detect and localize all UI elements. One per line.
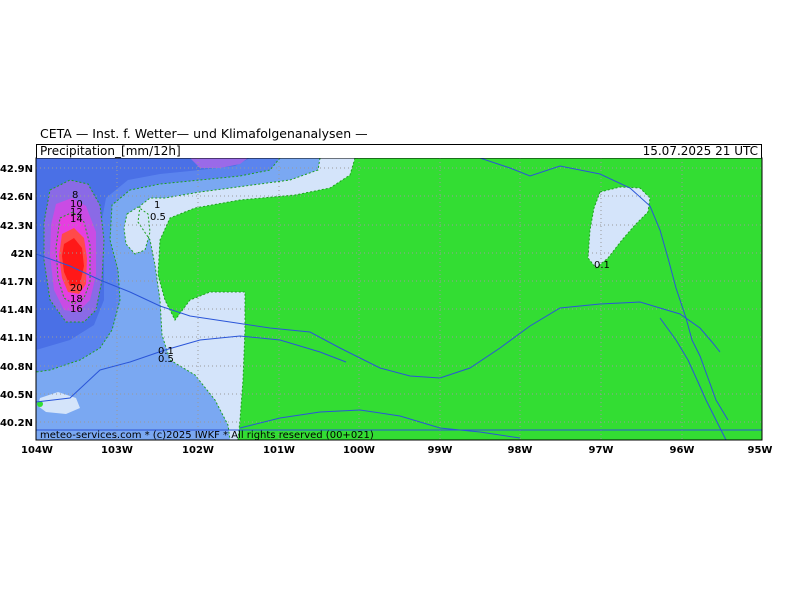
lon-label: 97W [589,445,614,456]
lon-label: 95W [748,445,773,456]
longitude-axis: 104W 103W 102W 101W 100W 99W 98W 97W 96W… [21,445,772,456]
lat-label: 42.3N [0,221,33,232]
lat-label: 40.5N [0,390,33,401]
lat-label: 41.1N [0,333,33,344]
lat-label: 42.6N [0,192,33,203]
lon-label: 96W [670,445,695,456]
lon-label: 100W [343,445,375,456]
lon-label: 99W [428,445,453,456]
lon-label: 98W [508,445,533,456]
lon-label: 104W [21,445,53,456]
valid-time: 15.07.2025 21 UTC [642,144,758,158]
contour-label: 0.1 [594,260,610,271]
contour-label: 1 [154,200,160,211]
contour-label: 0.5 [158,354,174,365]
parameter-header: Precipitation_[mm/12h] 15.07.2025 21 UTC [36,144,762,158]
lat-label: 41.4N [0,305,33,316]
chart-title: CETA — Inst. f. Wetter— und Klimafolgena… [40,126,368,141]
lat-label: 40.2N [0,418,33,429]
latitude-axis: 42.9N 42.6N 42.3N 42N 41.7N 41.4N 41.1N … [0,164,33,429]
contour-label: 16 [70,304,83,315]
lon-label: 101W [263,445,295,456]
lon-label: 103W [101,445,133,456]
lon-label: 102W [182,445,214,456]
precipitation-map: 8 10 12 14 1 0.5 20 18 16 0.1 0.1 0.5 me… [0,157,772,456]
lat-label: 42.9N [0,164,33,175]
lat-label: 41.7N [0,277,33,288]
map-credit: meteo-services.com * (c)2025 IWKF * All … [40,430,374,441]
lat-label: 42N [11,249,33,260]
lat-label: 40.8N [0,362,33,373]
contour-label: 20 [70,283,83,294]
contour-label: 0.5 [150,212,166,223]
contour-label: 14 [70,214,83,225]
parameter-label: Precipitation_[mm/12h] [40,144,181,158]
